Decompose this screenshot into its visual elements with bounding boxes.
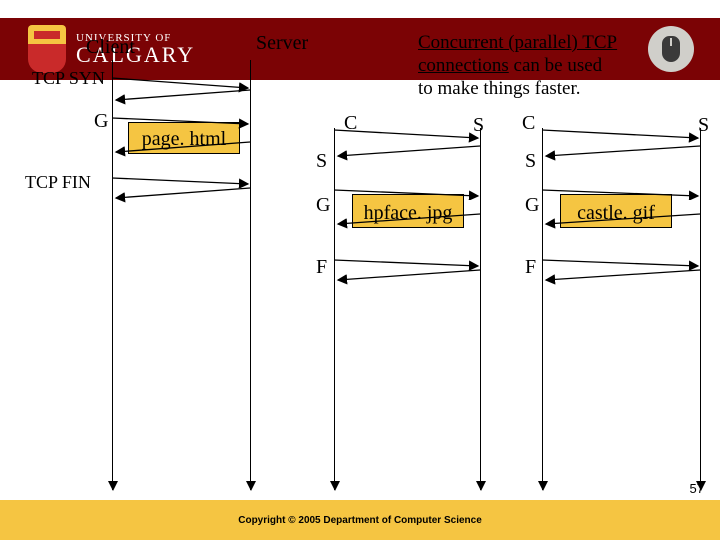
footer-banner: Copyright © 2005 Department of Computer … bbox=[0, 500, 720, 540]
evt-s3: S bbox=[525, 150, 536, 173]
msg-get-1 bbox=[112, 100, 252, 130]
evt-f2: F bbox=[316, 256, 327, 279]
desc-l2: can be used bbox=[509, 55, 602, 76]
evt-f3: F bbox=[525, 256, 536, 279]
evt-s2: S bbox=[316, 150, 327, 173]
desc-l1a: Concurrent (parallel) TCP bbox=[418, 32, 617, 53]
desc-l1b: connections bbox=[418, 55, 509, 76]
msg-fin-2b bbox=[334, 264, 482, 294]
msg-fin-3b bbox=[542, 264, 702, 294]
evt-fin: TCP FIN bbox=[25, 172, 91, 193]
page-number: 57 bbox=[690, 481, 704, 496]
role-server-1: Server bbox=[256, 32, 308, 55]
msg-resp-3 bbox=[542, 208, 702, 238]
role-client-1: Client bbox=[86, 36, 135, 59]
msg-synack-2 bbox=[334, 142, 482, 172]
evt-g1: G bbox=[94, 110, 108, 133]
evt-g3: G bbox=[525, 194, 539, 217]
msg-fin-1b bbox=[112, 180, 252, 210]
description-text: Concurrent (parallel) TCP connections ca… bbox=[418, 32, 708, 100]
msg-get-3 bbox=[542, 170, 702, 200]
msg-get-2 bbox=[334, 170, 482, 200]
evt-c3: C bbox=[522, 112, 535, 135]
evt-g2: G bbox=[316, 194, 330, 217]
msg-synack-3 bbox=[542, 142, 702, 172]
copyright-text: Copyright © 2005 Department of Computer … bbox=[238, 515, 482, 526]
desc-l3: to make things faster. bbox=[418, 78, 581, 99]
msg-resp-2 bbox=[334, 208, 482, 238]
evt-syn: TCP SYN bbox=[32, 68, 105, 89]
diagram-stage: Client Server TCP SYN G page. html TCP F… bbox=[0, 0, 720, 540]
